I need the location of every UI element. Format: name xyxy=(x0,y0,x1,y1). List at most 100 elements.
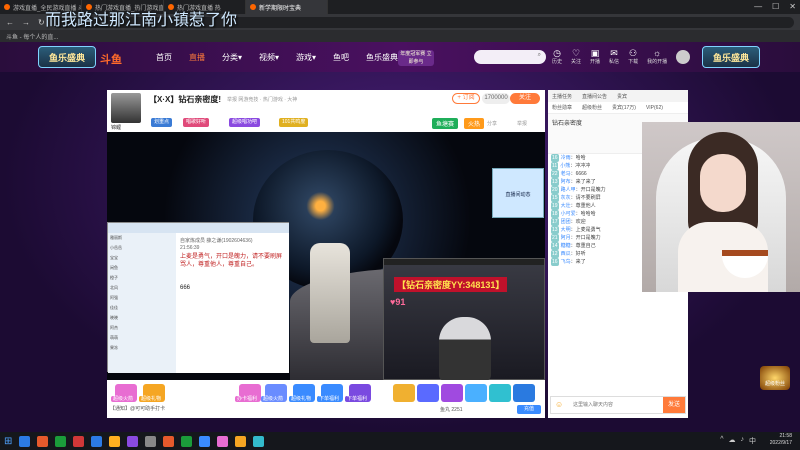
follow-button[interactable]: 关注 xyxy=(510,93,540,104)
chat-username[interactable]: 飞鸟 xyxy=(561,259,571,265)
taskbar-app-icon[interactable] xyxy=(109,435,121,447)
windows-start-icon[interactable]: ⊞ xyxy=(4,436,12,447)
taskbar-app-icon[interactable] xyxy=(163,435,175,447)
taskbar-app-icon[interactable] xyxy=(19,435,31,447)
chat-username[interactable]: 团团 xyxy=(561,219,571,225)
gift-item[interactable] xyxy=(417,384,439,402)
messages-button[interactable]: ✉ 私信 xyxy=(609,48,619,65)
taskbar-app-icon[interactable] xyxy=(235,435,247,447)
nav-festival[interactable]: 鱼乐盛典 xyxy=(366,52,398,63)
gift-item[interactable] xyxy=(393,384,415,402)
close-icon[interactable]: ✕ xyxy=(789,2,796,11)
gift-item[interactable] xyxy=(489,384,511,402)
back-icon[interactable]: ← xyxy=(6,18,14,27)
minimize-icon[interactable]: — xyxy=(754,2,762,11)
bookmark-item[interactable]: 斗鱼 - 每个人的直... xyxy=(6,32,58,41)
brand-logo[interactable]: 斗鱼 xyxy=(100,51,122,67)
forward-icon[interactable]: → xyxy=(22,18,30,27)
taskbar-app-icon[interactable] xyxy=(199,435,211,447)
search-icon[interactable]: ⌕ xyxy=(538,52,541,59)
room-tag[interactable]: 超级唱功吧 xyxy=(229,118,261,127)
chat-username[interactable]: 老马 xyxy=(561,171,571,177)
map-widget[interactable]: 直播间动态 xyxy=(492,168,544,218)
taskbar-app-icon[interactable] xyxy=(37,435,49,447)
taskbar-app-icon[interactable] xyxy=(127,435,139,447)
tray-expand-icon[interactable]: ^ xyxy=(720,436,723,446)
recharge-button[interactable]: 充值 xyxy=(517,405,541,414)
cloud-icon[interactable]: ☁ xyxy=(729,436,736,446)
reload-icon[interactable]: ↻ xyxy=(38,18,45,27)
chat-text: ：好听 xyxy=(570,251,586,257)
report-link[interactable]: 举报 xyxy=(517,120,527,127)
taskbar-app-icon[interactable] xyxy=(217,435,229,447)
emoji-icon[interactable]: ☺ xyxy=(555,400,563,409)
follow-menu-button[interactable]: ♡ 关注 xyxy=(571,48,581,65)
desktop-user-list: 雅丽斯 小岳岳 宝宝 闲鱼 橙子 北风 阿强 佳佳 晓晓 阿杰 萌萌 果冻 xyxy=(108,233,176,373)
window-controls: — ☐ ✕ xyxy=(754,2,796,11)
game-badge[interactable]: 鱼塘赛 xyxy=(432,118,459,129)
tab-task[interactable]: 主播任务 xyxy=(552,93,572,100)
tab-fan-medal[interactable]: 粉丝勋章 xyxy=(552,104,572,111)
broadcast-button[interactable]: ▣ 开播 xyxy=(590,48,600,65)
chat-username[interactable]: 糖糖 xyxy=(561,243,571,249)
promo-banner[interactable]: 年度冠军赛 立即参与 xyxy=(398,50,434,66)
my-broadcast-button[interactable]: ☼ 我的开播 xyxy=(647,48,667,65)
nav-home[interactable]: 首页 xyxy=(156,52,172,63)
map-widget-label: 直播间动态 xyxy=(505,192,531,198)
anchor-avatar[interactable] xyxy=(111,93,141,123)
taskbar-app-icon[interactable] xyxy=(253,435,265,447)
messages-label: 私信 xyxy=(609,59,620,65)
nav-game[interactable]: 游戏▾ xyxy=(296,52,316,63)
taskbar-app-icon[interactable] xyxy=(145,435,157,447)
chat-text: ：开口是魄力 xyxy=(575,187,606,193)
volume-icon[interactable]: ♪ xyxy=(741,436,745,446)
chat-input[interactable] xyxy=(573,400,661,410)
chat-username[interactable]: 路人甲 xyxy=(561,187,576,193)
room-tag[interactable]: 唱歌好听 xyxy=(183,118,210,127)
share-link[interactable]: 分享 xyxy=(487,120,497,127)
user-list-item: 阿杰 xyxy=(110,325,118,330)
tab-super-fan[interactable]: 超级粉丝 xyxy=(582,104,602,111)
history-button[interactable]: ◷ 历史 xyxy=(552,48,562,65)
maximize-icon[interactable]: ☐ xyxy=(772,2,779,11)
nav-category[interactable]: 分类▾ xyxy=(222,52,242,63)
taskbar-app-icon[interactable] xyxy=(91,435,103,447)
chat-username[interactable]: 小可爱 xyxy=(561,211,576,217)
chat-username[interactable]: 阿布 xyxy=(561,179,571,185)
chat-username[interactable]: 大壮 xyxy=(561,203,571,209)
gift-item[interactable] xyxy=(513,384,535,402)
room-tag[interactable]: 划重点 xyxy=(151,118,173,127)
nav-live[interactable]: 直播 xyxy=(189,52,205,63)
tab-notice[interactable]: 直播间公告 xyxy=(582,93,607,100)
subscribe-button[interactable]: + 订阅 xyxy=(452,93,480,104)
system-clock[interactable]: 21:58 2022/9/17 xyxy=(770,433,792,447)
browser-tab-active[interactable]: 新学期限时宝典 xyxy=(246,0,328,14)
gift-item[interactable] xyxy=(441,384,463,402)
nav-fishbar[interactable]: 鱼吧 xyxy=(333,52,349,63)
taskbar-app-icon[interactable] xyxy=(181,435,193,447)
gift-item[interactable] xyxy=(465,384,487,402)
room-tag[interactable]: 101共鸣度 xyxy=(279,118,309,127)
chat-username[interactable]: 阿月 xyxy=(561,235,571,241)
chat-username[interactable]: 小熊 xyxy=(560,163,570,169)
taskbar-app-icon[interactable] xyxy=(55,435,67,447)
tab-guests[interactable]: 贵宾(17万) xyxy=(612,104,636,111)
send-button[interactable]: 发送 xyxy=(663,397,685,413)
fire-badge[interactable]: 火热 xyxy=(464,118,485,129)
event-logo[interactable]: 鱼乐盛典 xyxy=(38,46,96,68)
taskbar-app-icon[interactable] xyxy=(73,435,85,447)
search-input[interactable]: ⌕ xyxy=(474,50,546,64)
chat-username[interactable]: 灰灰 xyxy=(561,195,571,201)
tab-vip-count[interactable]: VIP(62) xyxy=(646,105,663,111)
avatar[interactable] xyxy=(676,50,691,64)
event-logo-right[interactable]: 鱼乐盛典 xyxy=(702,46,760,68)
super-fan-badge[interactable]: 超级粉丝 xyxy=(760,366,790,390)
nav-video[interactable]: 视频▾ xyxy=(259,52,279,63)
download-button[interactable]: ⚇ 下载 xyxy=(628,48,638,65)
tab-vip[interactable]: 贵宾 xyxy=(617,93,627,100)
chat-username[interactable]: 大明 xyxy=(561,227,571,233)
ime-indicator[interactable]: 中 xyxy=(749,436,756,446)
chat-username[interactable]: 冷雨 xyxy=(561,155,571,161)
chat-username[interactable]: 西瓜 xyxy=(561,251,571,257)
chat-text: ：开口是魄力 xyxy=(570,235,601,241)
